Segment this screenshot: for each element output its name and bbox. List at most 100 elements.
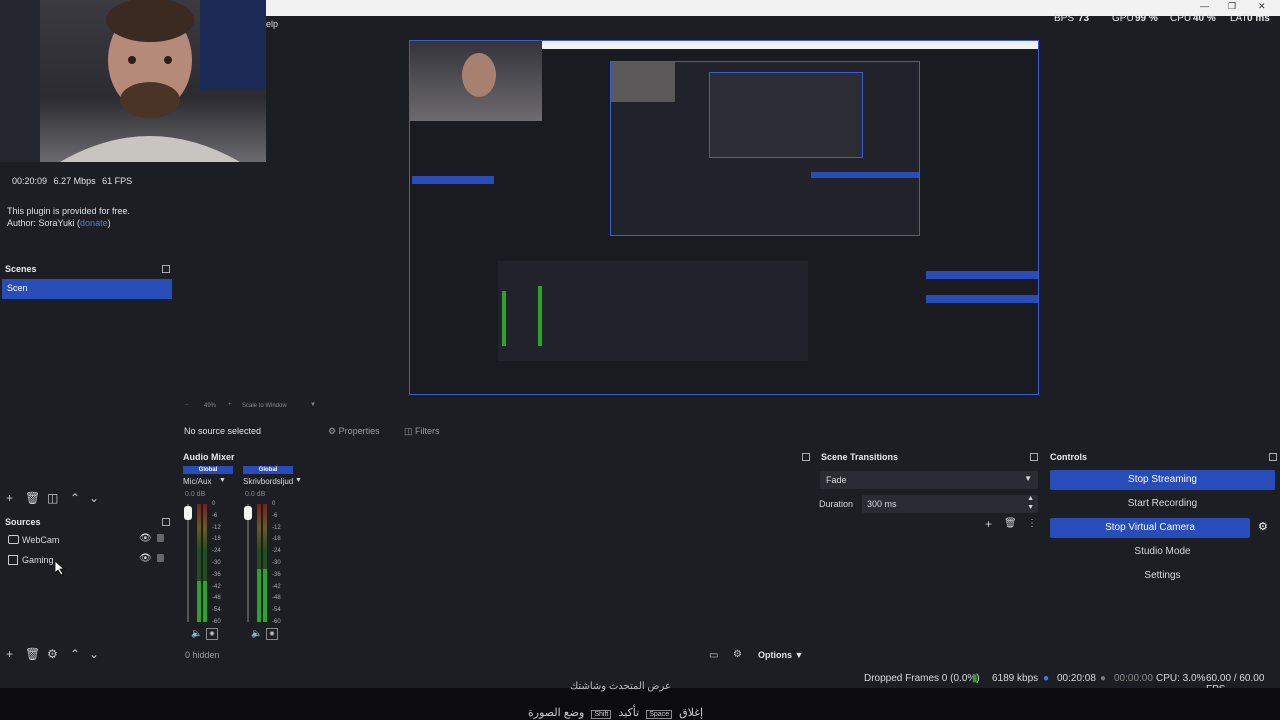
source-settings-icon[interactable]: ⚙	[47, 648, 58, 660]
dropped-frames: Dropped Frames 0 (0.0%)	[864, 673, 980, 684]
bps-value: 73	[1078, 13, 1090, 24]
scene-item-selected[interactable]: Scen	[2, 279, 172, 299]
preview-canvas[interactable]	[409, 40, 1039, 395]
chevron-down-icon[interactable]: ▼	[219, 477, 226, 484]
stats-rate: 6.27 Mbps	[53, 176, 96, 186]
duration-spinbox[interactable]: 300 ms ▲ ▼	[862, 495, 1038, 513]
properties-button[interactable]: ⚙ Properties	[328, 426, 380, 437]
kbps-value: 6189 kbps	[992, 673, 1039, 684]
layout-toggle-icon[interactable]: ▭	[709, 650, 718, 661]
move-scene-up-icon[interactable]: ⌃	[70, 492, 80, 504]
caption-line1: عرض المتحدث وشاشتك	[570, 681, 671, 692]
caption-line2: وضع الصورة Shift تأكيد Space إغلاق	[528, 706, 703, 719]
stop-streaming-button[interactable]: Stop Streaming	[1050, 470, 1275, 490]
rec-status-icon: ●	[1100, 673, 1107, 684]
dock-undock-icon[interactable]	[802, 453, 810, 461]
zoom-out-icon[interactable]: −	[185, 402, 189, 408]
minimize-icon[interactable]: —	[1200, 1, 1209, 11]
preview-toolbar: − 49% + Scale to Window ▼	[180, 402, 480, 412]
zoom-in-icon[interactable]: +	[228, 402, 232, 408]
volume-slider-handle[interactable]	[184, 506, 192, 520]
remove-transition-icon[interactable]: 🗑	[1004, 518, 1017, 529]
mute-icon[interactable]: 🔈	[251, 628, 262, 639]
dock-undock-icon[interactable]	[162, 265, 170, 273]
meter-tick-label: -42	[212, 583, 221, 590]
move-source-up-icon[interactable]: ⌃	[70, 648, 80, 660]
stream-stats: 00:20:09 6.27 Mbps 61 FPS	[12, 176, 132, 186]
chevron-down-icon[interactable]: ▼	[310, 402, 316, 408]
transition-menu-icon[interactable]: ⋮	[1027, 518, 1037, 529]
meter-tick-label: -12	[212, 524, 221, 531]
scenes-dock: Scenes Scen + 🗑 ◫ ⌃ ⌄	[0, 260, 176, 510]
source-item-gaming[interactable]: Gaming 👁	[0, 551, 174, 571]
scene-filters-icon[interactable]: ◫	[47, 492, 58, 504]
bps-label: BPS	[1054, 13, 1075, 24]
volume-slider-track[interactable]	[187, 504, 189, 622]
caption-close: إغلاق	[679, 707, 704, 719]
no-source-label: No source selected	[184, 426, 262, 436]
mixer-channel: Global Skrivbordsljud ▼ 0.0 dB 🔈 ◉ 0 -6 -12 -18 -2…	[243, 447, 303, 647]
dock-undock-icon[interactable]	[162, 518, 170, 526]
stream-status-icon: ●	[1043, 673, 1050, 684]
studio-mode-button[interactable]: Studio Mode	[1050, 542, 1275, 562]
monitor-icon[interactable]: ◉	[206, 628, 218, 640]
volume-slider-handle[interactable]	[244, 506, 252, 520]
filters-label: Filters	[415, 426, 440, 436]
eye-icon[interactable]: 👁	[139, 533, 152, 544]
channel-name[interactable]: Skrivbordsljud	[243, 477, 293, 486]
chevron-down-icon[interactable]: ▼	[295, 477, 302, 484]
source-label: WebCam	[22, 535, 60, 545]
remove-source-icon[interactable]: 🗑	[25, 648, 40, 660]
settings-button[interactable]: Settings	[1050, 566, 1275, 586]
close-icon[interactable]: ✕	[1258, 1, 1266, 12]
add-source-icon[interactable]: +	[6, 648, 13, 660]
move-source-down-icon[interactable]: ⌄	[89, 648, 99, 660]
meter-tick-label: -12	[272, 524, 281, 531]
nested-webcam	[410, 41, 542, 121]
dock-undock-icon[interactable]	[1269, 453, 1277, 461]
start-recording-button[interactable]: Start Recording	[1050, 494, 1275, 514]
lock-icon[interactable]	[157, 534, 164, 542]
virtual-camera-settings-icon[interactable]: ⚙	[1258, 520, 1268, 533]
level-meter-fill	[197, 581, 201, 622]
plugin-info: This plugin is provided for free. Author…	[7, 205, 130, 229]
spin-down-icon[interactable]: ▼	[1027, 504, 1034, 511]
monitor-icon[interactable]: ◉	[266, 628, 278, 640]
move-scene-down-icon[interactable]: ⌄	[89, 492, 99, 504]
restore-icon[interactable]: ❐	[1228, 1, 1236, 12]
source-label: Gaming	[22, 555, 54, 565]
meter-tick-label: -54	[212, 607, 221, 614]
source-item-webcam[interactable]: WebCam 👁	[0, 531, 174, 551]
mixer-settings-icon[interactable]: ⚙	[733, 649, 742, 660]
webcam-overlay	[0, 0, 266, 162]
mixer-options-button[interactable]: Options ▼	[758, 650, 803, 660]
dock-undock-icon[interactable]	[1030, 453, 1038, 461]
transition-select[interactable]: Fade ▼	[820, 471, 1038, 489]
add-scene-icon[interactable]: +	[6, 492, 13, 504]
channel-name[interactable]: Mic/Aux	[183, 477, 211, 486]
add-transition-icon[interactable]: +	[985, 517, 992, 531]
meter-tick-label: 0	[272, 501, 276, 507]
scene-transitions-title: Scene Transitions	[821, 452, 899, 462]
gear-icon: ⚙	[328, 426, 339, 436]
person-silhouette-icon	[0, 0, 266, 162]
spin-up-icon[interactable]: ▲	[1027, 495, 1034, 502]
perf-overlay: BPS 73 GPU 99 % CPU 40 % LAT 0 ms	[1050, 13, 1280, 27]
nested-mixer	[498, 261, 808, 361]
eye-icon[interactable]: 👁	[139, 553, 152, 564]
controls-title: Controls	[1050, 452, 1087, 462]
level-meter-fill	[257, 569, 261, 622]
lock-icon[interactable]	[157, 554, 164, 562]
volume-slider-track[interactable]	[247, 504, 249, 622]
scale-mode-select[interactable]: Scale to Window	[242, 403, 287, 409]
meter-tick-label: -6	[212, 512, 218, 519]
nested-titlebar	[542, 41, 1038, 49]
filters-button[interactable]: ◫ Filters	[404, 426, 440, 437]
remove-scene-icon[interactable]: 🗑	[25, 492, 40, 504]
space-key-badge: Space	[646, 710, 673, 719]
stop-virtual-camera-button[interactable]: Stop Virtual Camera	[1050, 518, 1250, 538]
menu-help-fragment[interactable]: elp	[266, 19, 278, 29]
donate-link[interactable]: donate	[80, 218, 108, 228]
mute-icon[interactable]: 🔈	[191, 628, 202, 639]
meter-tick-label: -30	[272, 560, 281, 566]
